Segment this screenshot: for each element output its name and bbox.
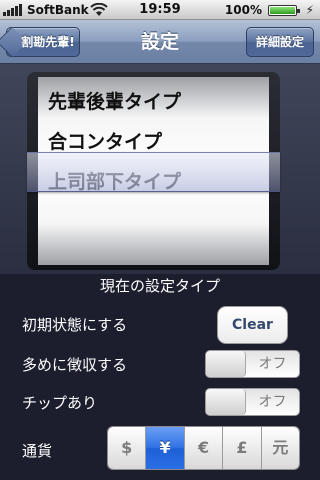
picker-option-senior-junior[interactable]: 先輩後輩タイプ — [38, 82, 269, 122]
tip-switch[interactable]: オフ — [205, 388, 300, 416]
currency-segmented-control[interactable]: $ ¥ € £ 元 — [107, 426, 300, 470]
battery-icon — [268, 5, 300, 16]
initial-state-label: 初期状態にする — [22, 316, 128, 334]
detail-settings-button[interactable]: 詳細設定 — [246, 27, 314, 57]
switch-knob — [206, 389, 246, 415]
collect-more-switch[interactable]: オフ — [205, 350, 300, 378]
back-button-label: 割勘先輩! — [21, 35, 75, 49]
currency-option-pound[interactable]: £ — [222, 427, 261, 469]
picker-selection-indicator — [27, 152, 280, 192]
collect-more-label: 多めに徴収する — [22, 356, 128, 374]
currency-option-yen[interactable]: ¥ — [145, 427, 184, 469]
back-button[interactable]: 割勘先輩! — [0, 26, 80, 58]
picker-option-empty[interactable] — [38, 202, 269, 242]
charging-plug-icon: ⚡ — [305, 3, 314, 17]
status-bar: SoftBank 19:59 100% ⚡ — [0, 0, 320, 20]
current-type-label: 現在の設定タイプ — [99, 277, 220, 295]
collect-more-switch-state: オフ — [258, 356, 287, 372]
navigation-bar: 設定 割勘先輩! 詳細設定 — [0, 20, 320, 64]
switch-knob — [206, 351, 246, 377]
currency-label: 通貨 — [22, 442, 53, 460]
tip-label: チップあり — [22, 394, 98, 412]
clear-button[interactable]: Clear — [217, 306, 288, 344]
currency-option-euro[interactable]: € — [183, 427, 223, 469]
settings-panel: 現在の設定タイプ 初期状態にする Clear 多めに徴収する オフ チップあり … — [0, 274, 320, 480]
currency-option-dollar[interactable]: $ — [108, 427, 146, 469]
tip-switch-state: オフ — [258, 394, 287, 410]
currency-option-yuan[interactable]: 元 — [260, 427, 299, 469]
battery-percent: 100% — [224, 3, 262, 17]
